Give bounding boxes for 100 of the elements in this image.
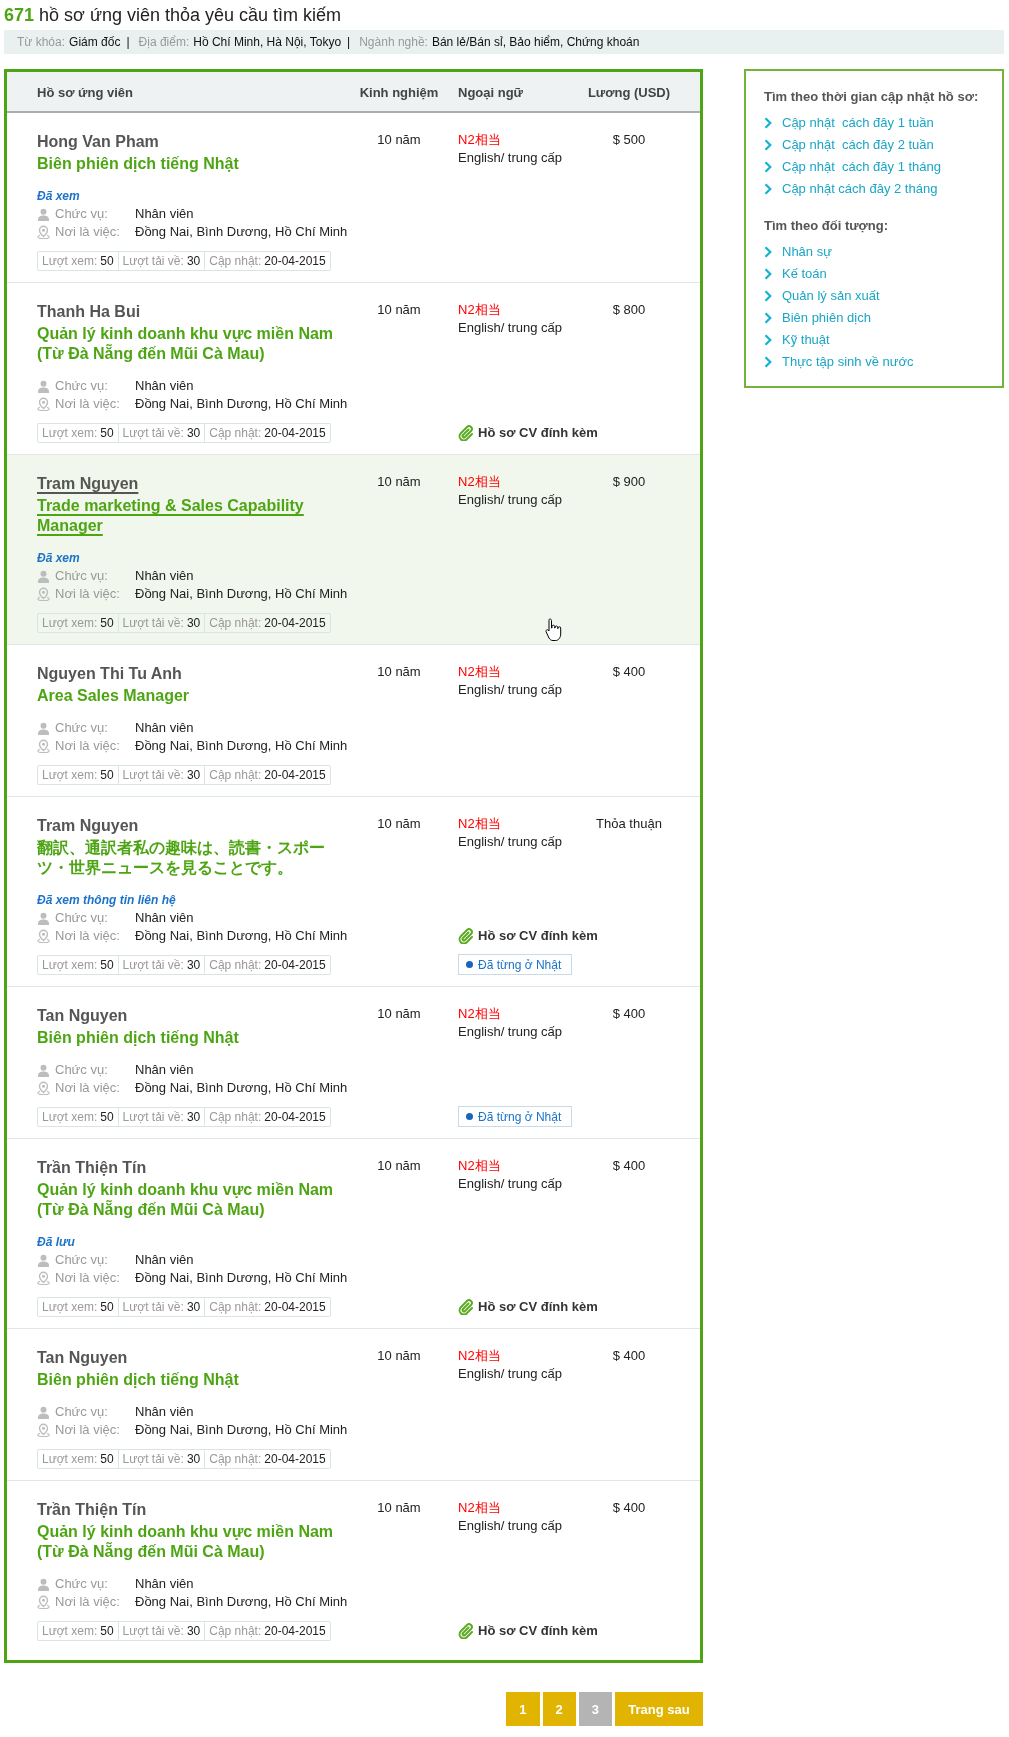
candidate-row[interactable]: Tan Nguyen Biên phiên dịch tiếng Nhật Chức vụ: Nhân viên Nơi là việc: Đồng Nai, Bình Dương, Hồ Chí Minh Lượt xem: 50 Lượt tải về: 30 Cập nhật: 20-04-2015 10 năm N2相当 English/ trung cấp $ 400 [7,1329,700,1481]
filter-separator: | [347,35,351,49]
tag-label: Đã từng ở Nhật [478,1108,562,1126]
person-icon [37,721,50,735]
sidebar-link[interactable]: Biên phiên dịch [764,309,871,327]
attachment-link[interactable]: Hồ sơ CV đính kèm [458,926,598,946]
stat-value: 50 [100,958,114,972]
page-button[interactable]: 2 [542,1692,576,1726]
field-value: Đồng Nai, Bình Dương, Hồ Chí Minh [135,1079,348,1097]
stat-label: Lượt tải về: [122,616,184,630]
candidate-name[interactable]: Tan Nguyen [37,1007,128,1024]
stat-value: 30 [186,768,201,782]
chevron-right-icon [764,356,772,368]
map-pin-icon [37,739,50,753]
candidate-name[interactable]: Hong Van Pham [37,133,159,150]
stat-value: 20-04-2015 [264,768,326,782]
field-label: Nơi là việc: [55,585,120,603]
stat-value: 50 [100,1624,114,1638]
sidebar-link[interactable]: Cập nhật cách đây 1 tuần [764,114,934,132]
stat-label: Lượt xem: [42,1110,98,1124]
paperclip-icon [458,425,474,441]
view-status: Đã lưu [37,1235,75,1249]
field-label: Chức vụ: [55,1575,108,1593]
sidebar-link[interactable]: Nhân sự [764,243,832,261]
japanese-level: N2相当 [458,1500,501,1515]
japanese-level: N2相当 [458,1348,501,1363]
stat-label: Cập nhật: [209,1300,262,1314]
job-title-link[interactable]: Area Sales Manager [37,686,190,706]
candidate-name[interactable]: Nguyen Thi Tu Anh [37,665,182,682]
sidebar-link[interactable]: Quản lý sản xuất [764,287,880,305]
field-label: Chức vụ: [55,1061,108,1079]
view-status: Đã xem thông tin liên hệ [37,893,176,907]
candidate-name[interactable]: Trần Thiện Tín [37,1159,147,1176]
stat-label: Lượt xem: [42,1452,98,1466]
japanese-level: N2相当 [458,474,501,489]
candidate-row[interactable]: Hong Van Pham Biên phiên dịch tiếng Nhật Đã xem Chức vụ: Nhân viên Nơi là việc: Đồng Nai, Bình Dương, Hồ Chí Minh Lượt xem: 50 Lượt tải về: 30 Cập nhật: 20-04-2015 10 năm N2相当 English/ trung cấp $ 500 [7,113,700,283]
job-title-link[interactable]: Quản lý kinh doanh khu vực miền Nam (Từ Đà Nẵng đến Mũi Cà Mau) [37,1180,350,1220]
job-title-link[interactable]: Quản lý kinh doanh khu vực miền Nam (Từ Đà Nẵng đến Mũi Cà Mau) [37,324,350,364]
job-title-link[interactable]: Biên phiên dịch tiếng Nhật [37,1370,239,1390]
field-value: Nhân viên [135,1251,194,1269]
stat-value: 20-04-2015 [264,1300,326,1314]
salary-value: $ 400 [612,1158,646,1173]
page-button[interactable]: 1 [506,1692,540,1726]
job-title-link[interactable]: Trade marketing & Sales Capability Manager [37,496,350,536]
sidebar-heading: Tìm theo đối tượng: [764,218,889,233]
sidebar-link[interactable]: Cập nhật cách đây 2 tháng [764,180,938,198]
stat-label: Lượt tải về: [122,1110,184,1124]
attachment-link[interactable]: Hồ sơ CV đính kèm [458,423,598,443]
candidate-name[interactable]: Tan Nguyen [37,1349,128,1366]
chevron-right-icon [764,334,772,346]
candidate-name[interactable]: Tram Nguyen [37,475,139,492]
map-pin-icon [37,225,50,239]
person-icon [37,1063,50,1077]
filter-label: Địa điểm: [138,35,190,49]
stat-label: Lượt xem: [42,254,98,268]
chevron-right-icon [764,290,772,302]
candidate-row[interactable] [7,455,700,645]
field-value: Đồng Nai, Bình Dương, Hồ Chí Minh [135,1421,348,1439]
field-label: Nơi là việc: [55,927,120,945]
stat-label: Lượt tải về: [122,1624,184,1638]
job-title-link[interactable]: 翻訳、通訳者私の趣味は、読書・スポーツ・世界ニュースを見ることです。 [37,838,350,878]
candidate-name[interactable]: Trần Thiện Tín [37,1501,147,1518]
stat-value: 20-04-2015 [264,1452,326,1466]
experience-value: 10 năm [377,302,421,317]
stat-label: Lượt xem: [42,616,98,630]
map-pin-icon [37,1423,50,1437]
stat-value: 20-04-2015 [264,254,326,268]
sidebar-link[interactable]: Kỹ thuật [764,331,830,349]
stat-value: 50 [100,254,114,268]
job-title-link[interactable]: Quản lý kinh doanh khu vực miền Nam (Từ Đà Nẵng đến Mũi Cà Mau) [37,1522,350,1562]
stat-label: Lượt xem: [42,768,98,782]
job-title-link[interactable]: Biên phiên dịch tiếng Nhật [37,154,239,174]
attachment-link[interactable]: Hồ sơ CV đính kèm [458,1297,598,1317]
sidebar-link[interactable]: Thực tập sinh về nước [764,353,914,371]
sidebar-link[interactable]: Cập nhật cách đây 2 tuần [764,136,934,154]
next-page-button[interactable]: Trang sau [615,1692,703,1726]
english-level: English/ trung cấp [458,320,563,335]
stat-value: 20-04-2015 [264,1110,326,1124]
stat-value: 50 [100,1452,114,1466]
stat-value: 50 [100,768,114,782]
filter-value: Giám đốc [69,35,121,49]
page-button[interactable]: 3 [578,1692,612,1726]
column-header: Kinh nghiệm [359,84,439,100]
candidate-name[interactable]: Thanh Ha Bui [37,303,141,320]
paperclip-icon [458,928,474,944]
sidebar-link[interactable]: Cập nhật cách đây 1 tháng [764,158,941,176]
stat-value: 50 [100,616,114,630]
stat-label: Cập nhật: [209,426,262,440]
candidate-name[interactable]: Tram Nguyen [37,817,139,834]
job-title-link[interactable]: Biên phiên dịch tiếng Nhật [37,1028,239,1048]
stat-label: Lượt xem: [42,1300,98,1314]
candidate-row[interactable]: Nguyen Thi Tu Anh Area Sales Manager Chức vụ: Nhân viên Nơi là việc: Đồng Nai, Bình Dương, Hồ Chí Minh Lượt xem: 50 Lượt tải về: 30 Cập nhật: 20-04-2015 10 năm N2相当 English/ trung cấp $ 400 [7,645,700,797]
stat-label: Lượt tải về: [122,1452,184,1466]
stat-label: Cập nhật: [209,1452,262,1466]
sidebar-link[interactable]: Kế toán [764,265,827,283]
salary-value: $ 400 [612,664,646,679]
attachment-link[interactable]: Hồ sơ CV đính kèm [458,1621,598,1641]
dot-icon [466,961,473,968]
column-header: Hồ sơ ứng viên [37,84,133,100]
map-pin-icon [37,1081,50,1095]
